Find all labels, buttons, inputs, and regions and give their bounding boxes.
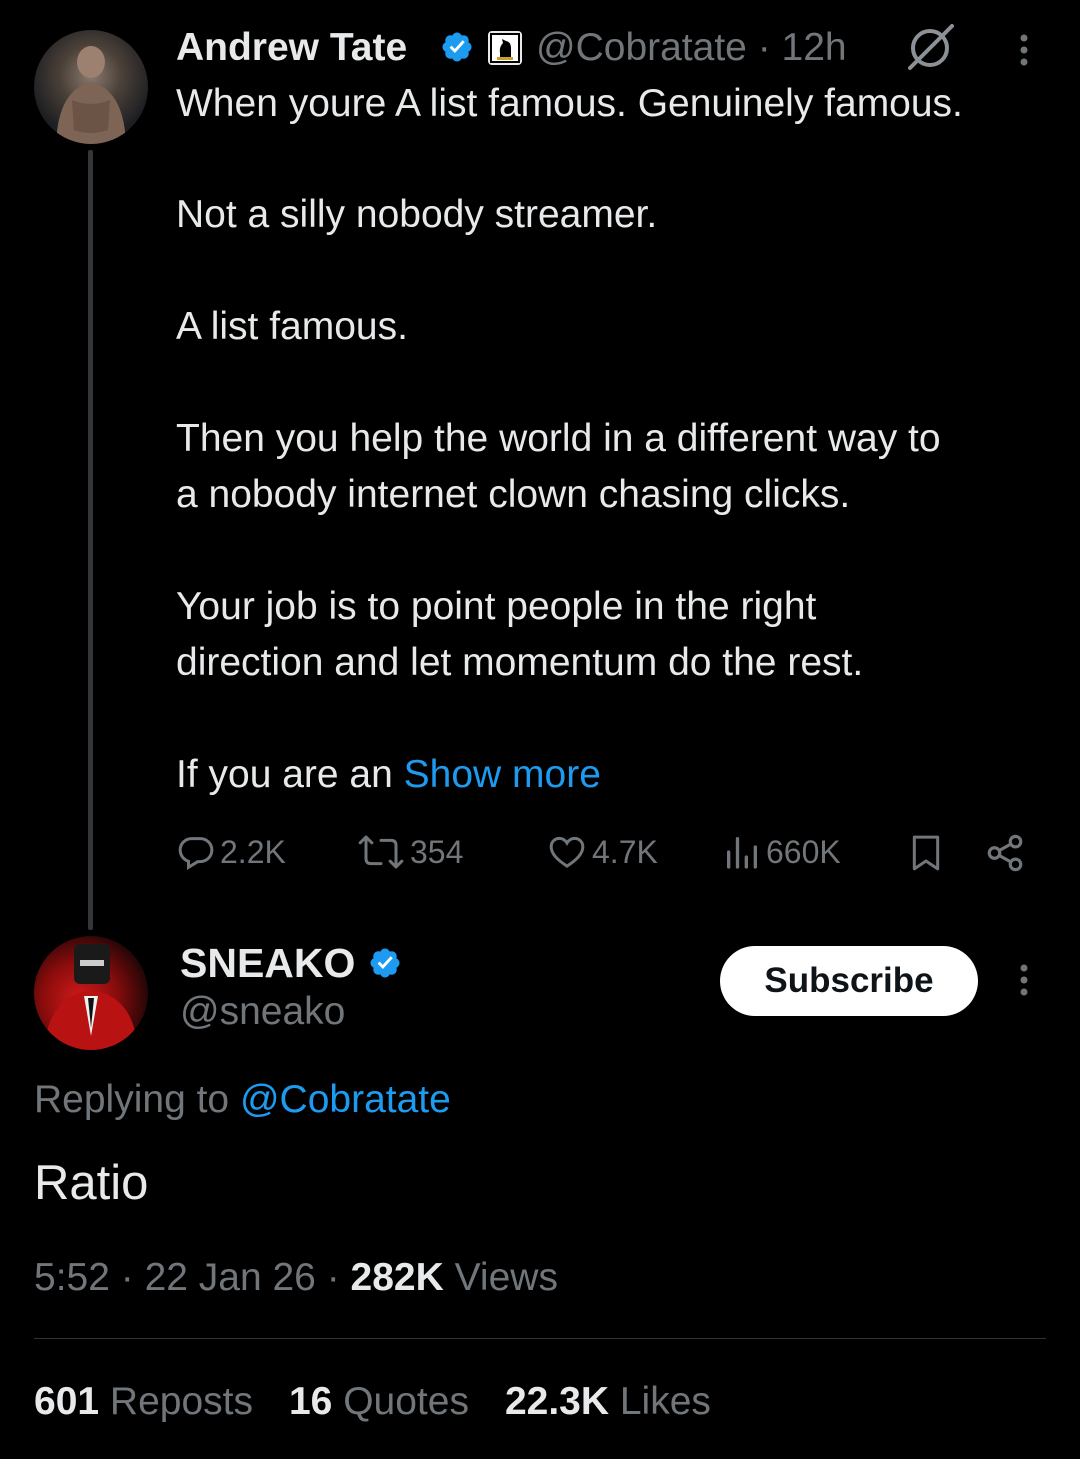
grok-icon[interactable] — [902, 22, 958, 74]
handle-and-timestamp[interactable]: @Cobratate · 12h — [536, 26, 847, 70]
tweet-text-fragment: If you are an — [176, 753, 404, 796]
tweet-text-line: Then you help the world in a different w… — [176, 417, 941, 460]
more-options-icon[interactable] — [1004, 30, 1044, 70]
verified-badge-icon — [442, 32, 472, 62]
tweet-text-line: Your job is to point people in the right — [176, 585, 817, 628]
like-icon — [549, 836, 585, 868]
reposts-count: 601 — [34, 1380, 100, 1423]
quotes-count: 16 — [288, 1380, 333, 1423]
reply-action[interactable]: 2.2K — [176, 830, 286, 874]
tweet-text-last-line: If you are an Show more — [176, 747, 601, 803]
replying-to-prefix: Replying to — [34, 1078, 240, 1121]
reply-text: Ratio — [34, 1156, 149, 1210]
repost-icon — [358, 835, 404, 869]
views-count: 282K — [350, 1256, 444, 1299]
engagement-stats: 601 Reposts 16 Quotes 22.3K Likes — [34, 1380, 711, 1424]
views-label: Views — [443, 1256, 558, 1299]
replying-to: Replying to @Cobratate — [34, 1078, 451, 1122]
reposts-stat[interactable]: 601 Reposts — [34, 1380, 253, 1424]
timestamp[interactable]: 5:52 · 22 Jan 26 · — [34, 1256, 351, 1299]
subscribe-button[interactable]: Subscribe — [720, 946, 978, 1016]
show-more-link[interactable]: Show more — [404, 753, 601, 796]
reply-author-name[interactable]: SNEAKO — [180, 940, 355, 987]
tweet-text-line: Not a silly nobody streamer. — [176, 193, 658, 236]
likes-count: 22.3K — [504, 1380, 610, 1423]
views-count: 660K — [766, 833, 841, 870]
bookmark-icon[interactable] — [906, 832, 946, 874]
affiliate-badge-icon[interactable] — [488, 31, 522, 65]
share-icon[interactable] — [984, 832, 1026, 874]
thread-connector-line — [88, 150, 93, 930]
reply-icon — [178, 837, 214, 871]
author-name[interactable]: Andrew Tate — [176, 26, 407, 70]
likes-stat[interactable]: 22.3K Likes — [505, 1380, 711, 1424]
tweet-text-line: a nobody internet clown chasing clicks. — [176, 473, 851, 516]
tweet-text-line: When youre A list famous. Genuinely famo… — [176, 82, 963, 125]
avatar-andrew-tate[interactable] — [34, 30, 148, 144]
reply-author-handle[interactable]: @sneako — [180, 990, 345, 1034]
quotes-label: Quotes — [332, 1380, 469, 1423]
repost-action[interactable]: 354 — [356, 830, 463, 874]
divider — [34, 1338, 1046, 1339]
replying-to-mention[interactable]: @Cobratate — [240, 1078, 451, 1121]
verified-badge-icon — [370, 948, 400, 978]
views-icon — [727, 837, 757, 869]
tweet-text-line: direction and let momentum do the rest. — [176, 641, 864, 684]
quotes-stat[interactable]: 16 Quotes — [289, 1380, 469, 1424]
tweet-meta: 5:52 · 22 Jan 26 · 282K Views — [34, 1256, 558, 1300]
likes-label: Likes — [609, 1380, 711, 1423]
views-action[interactable]: 660K — [722, 830, 841, 874]
reply-count: 2.2K — [220, 833, 286, 870]
reposts-label: Reposts — [99, 1380, 253, 1423]
tweet-text-line: A list famous. — [176, 305, 408, 348]
avatar-sneako[interactable] — [34, 936, 148, 1050]
like-action[interactable]: 4.7K — [546, 830, 658, 874]
like-count: 4.7K — [592, 833, 658, 870]
repost-count: 354 — [410, 833, 464, 870]
more-options-icon[interactable] — [1004, 960, 1044, 1000]
